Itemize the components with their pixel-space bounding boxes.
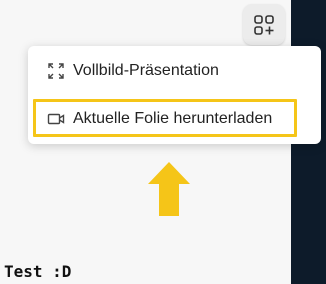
fullscreen-icon (46, 61, 66, 81)
apps-menu-button[interactable] (243, 4, 285, 45)
highlight-box (33, 99, 297, 137)
menu-item-label: Vollbild-Präsentation (73, 62, 219, 79)
menu-item-fullscreen-presentation[interactable]: Vollbild-Präsentation (28, 53, 326, 89)
grid-plus-icon (254, 14, 274, 35)
up-arrow-icon (148, 162, 190, 216)
caption-text: Test :D (4, 262, 72, 281)
